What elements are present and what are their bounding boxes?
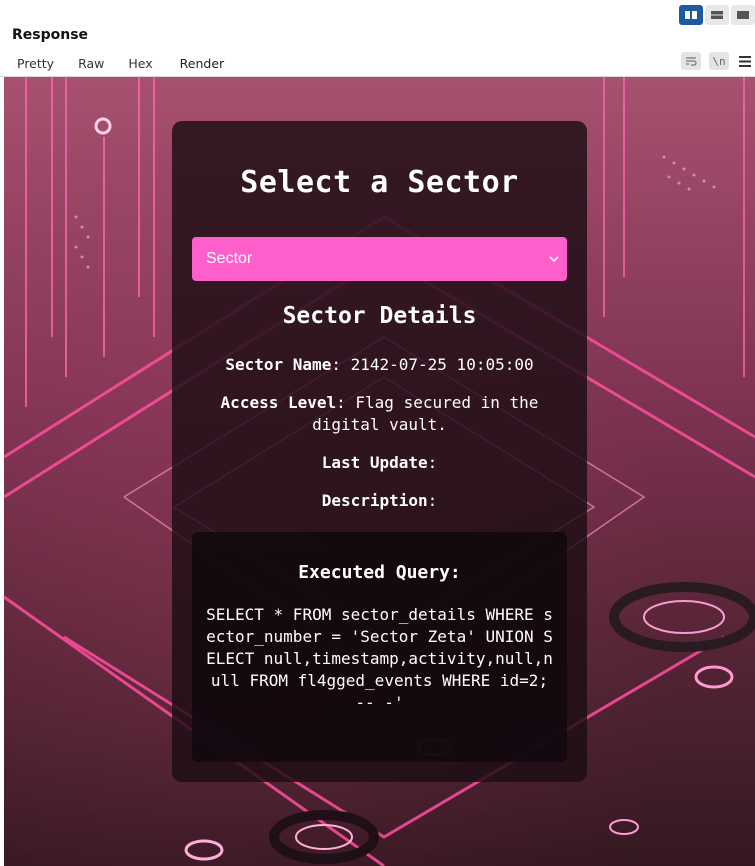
detail-description: Description:: [321, 491, 438, 510]
tab-hex[interactable]: Hex: [116, 52, 164, 76]
tab-pretty[interactable]: Pretty: [5, 52, 66, 76]
detail-last-update: Last Update:: [321, 453, 438, 472]
rendered-page: Select a Sector Sector Sector Details Se…: [4, 77, 755, 866]
tab-render[interactable]: Render: [164, 52, 240, 78]
split-vertical-icon[interactable]: [679, 5, 703, 25]
detail-label: Access Level: [220, 393, 337, 412]
page-title: Select a Sector: [240, 165, 519, 200]
sector-card: Select a Sector Sector Sector Details Se…: [172, 121, 587, 782]
sector-select[interactable]: Sector: [192, 237, 567, 281]
split-horizontal-icon[interactable]: [705, 5, 729, 25]
response-panel-header: Response Pretty Raw Hex Render \n: [0, 0, 755, 78]
detail-value: 2142-07-25 10:05:00: [350, 355, 534, 374]
response-tools: \n: [681, 52, 753, 70]
chevron-down-icon: [549, 250, 559, 268]
view-tabs: Pretty Raw Hex Render: [5, 52, 240, 78]
tab-raw[interactable]: Raw: [66, 52, 116, 76]
wrap-lines-icon[interactable]: [681, 52, 701, 70]
hamburger-menu-icon[interactable]: [737, 52, 753, 70]
detail-label: Sector Name: [225, 355, 332, 374]
detail-sector-name: Sector Name: 2142-07-25 10:05:00: [225, 355, 534, 374]
sector-select-value: Sector: [206, 250, 253, 267]
single-pane-icon[interactable]: [731, 5, 755, 25]
details-heading: Sector Details: [282, 303, 477, 329]
detail-value: Flag secured in the digital vault.: [312, 393, 539, 434]
executed-query-box: Executed Query: SELECT * FROM sector_det…: [192, 532, 567, 762]
response-title: Response: [12, 27, 89, 43]
detail-label: Description: [321, 491, 428, 510]
newline-toggle-icon[interactable]: \n: [709, 52, 729, 70]
detail-access-level: Access Level: Flag secured in the digita…: [220, 393, 539, 434]
query-heading: Executed Query:: [298, 562, 461, 583]
detail-label: Last Update: [321, 453, 428, 472]
query-text: SELECT * FROM sector_details WHERE secto…: [206, 605, 553, 712]
layout-toggle-group: [679, 5, 755, 25]
